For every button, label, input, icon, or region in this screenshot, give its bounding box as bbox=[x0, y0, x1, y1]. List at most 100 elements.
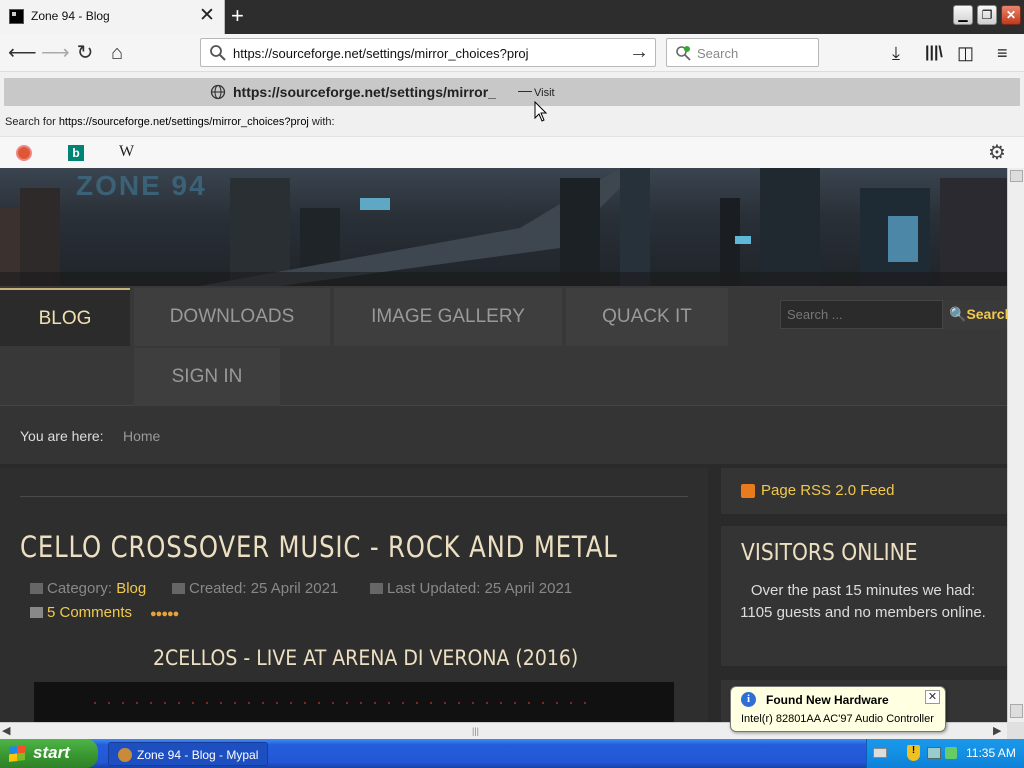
sidebar-icon[interactable]: ◫ bbox=[957, 42, 974, 64]
downloads-icon[interactable]: ⤓ bbox=[892, 42, 900, 64]
site-banner: ZONE 94 bbox=[0, 168, 1007, 286]
scroll-left-icon[interactable]: ◀ bbox=[2, 724, 10, 737]
calendar-icon bbox=[370, 583, 383, 594]
network-icon[interactable] bbox=[927, 747, 941, 759]
menu-item-blog[interactable]: BLOG bbox=[0, 288, 130, 346]
search-engine-icon bbox=[676, 46, 691, 61]
search-icon bbox=[210, 45, 226, 61]
taskbar: start Zone 94 - Blog - Mypal ! 11:35 AM bbox=[0, 739, 1024, 768]
divider bbox=[20, 496, 688, 497]
url-input[interactable]: https://sourceforge.net/settings/mirror_… bbox=[200, 38, 656, 67]
folder-icon bbox=[30, 583, 43, 594]
video-embed[interactable] bbox=[34, 682, 674, 722]
taskbar-task-browser[interactable]: Zone 94 - Blog - Mypal bbox=[108, 742, 268, 766]
search-for-label: Search for https://sourceforge.net/setti… bbox=[5, 116, 335, 128]
scroll-up-button[interactable] bbox=[1010, 170, 1023, 182]
visitors-online-box: VISITORS ONLINE Over the past 15 minutes… bbox=[721, 526, 1007, 666]
menu-item-sign-in[interactable]: SIGN IN bbox=[134, 348, 280, 406]
web-page: ZONE 94 BLOG DOWNLOADS IMAGE GALLERY QUA… bbox=[0, 168, 1007, 722]
menu-item-quack-it[interactable]: QUACK IT bbox=[566, 288, 728, 346]
hardware-icon[interactable] bbox=[945, 747, 957, 759]
rss-feed-box: Page RSS 2.0 Feed bbox=[721, 468, 1007, 514]
suggestion-action: Visit bbox=[534, 87, 555, 99]
browser-tab[interactable]: Zone 94 - Blog ✕ bbox=[0, 0, 225, 34]
site-search-button[interactable]: 🔍Search bbox=[943, 300, 1007, 329]
visitors-title: VISITORS ONLINE bbox=[741, 540, 918, 566]
suggestion-dash: — bbox=[518, 82, 532, 98]
forward-icon[interactable]: ⟶ bbox=[41, 42, 70, 64]
library-icon[interactable]: |||\ bbox=[925, 42, 943, 64]
balloon-close-icon[interactable]: ✕ bbox=[925, 690, 940, 704]
menu-icon[interactable]: ≡ bbox=[997, 42, 1008, 64]
maximize-button[interactable]: ❐ bbox=[977, 5, 997, 25]
window-close-button[interactable]: ✕ bbox=[1001, 5, 1021, 25]
minimize-button[interactable]: ▁ bbox=[953, 5, 973, 25]
rating-star[interactable]: ● bbox=[173, 608, 180, 620]
tab-title: Zone 94 - Blog bbox=[31, 9, 110, 23]
go-arrow-icon[interactable]: → bbox=[629, 41, 649, 64]
mouse-pointer-icon bbox=[534, 101, 548, 122]
comments-link[interactable]: 5 Comments bbox=[30, 604, 132, 621]
bing-engine-button[interactable]: b bbox=[60, 142, 104, 164]
site-main-menu: BLOG DOWNLOADS IMAGE GALLERY QUACK IT SI… bbox=[0, 286, 1007, 406]
info-icon: i bbox=[741, 692, 756, 707]
new-tab-icon[interactable]: + bbox=[231, 3, 244, 29]
duckduckgo-engine-button[interactable] bbox=[10, 142, 54, 164]
suggestion-url: https://sourceforge.net/settings/mirror_ bbox=[233, 84, 496, 100]
globe-icon bbox=[210, 84, 226, 100]
menu-item-downloads[interactable]: DOWNLOADS bbox=[134, 288, 330, 346]
category-link[interactable]: Blog bbox=[116, 580, 146, 597]
home-icon[interactable]: ⌂ bbox=[105, 42, 129, 64]
breadcrumb: You are here: Home bbox=[0, 406, 1007, 464]
wikipedia-engine-button[interactable]: W bbox=[112, 142, 156, 164]
url-text: https://sourceforge.net/settings/mirror_… bbox=[233, 46, 529, 61]
browser-search-input[interactable]: Search bbox=[666, 38, 819, 67]
scroll-thumb-grip[interactable]: ||| bbox=[472, 726, 479, 736]
breadcrumb-label: You are here: bbox=[20, 428, 104, 444]
url-suggestion-row[interactable]: https://sourceforge.net/settings/mirror_… bbox=[4, 78, 1020, 106]
scroll-right-icon[interactable]: ▶ bbox=[993, 724, 1001, 737]
scroll-down-button[interactable] bbox=[1010, 704, 1023, 718]
system-tray: ! 11:35 AM bbox=[866, 739, 1024, 768]
comment-icon bbox=[30, 607, 43, 618]
balloon-text: Intel(r) 82801AA AC'97 Audio Controller bbox=[741, 713, 934, 725]
url-suggestions-dropdown: https://sourceforge.net/settings/mirror_… bbox=[0, 72, 1024, 168]
windows-logo-icon bbox=[9, 745, 25, 762]
search-icon: 🔍 bbox=[949, 306, 967, 322]
browser-app-icon bbox=[118, 748, 132, 762]
article-updated: Last Updated: 25 April 2021 bbox=[370, 580, 572, 597]
article-category: Category: Blog bbox=[30, 580, 146, 597]
navigation-toolbar: ⟵ ⟶ ↻ ⌂ https://sourceforge.net/settings… bbox=[0, 34, 1024, 72]
found-new-hardware-balloon[interactable]: i Found New Hardware ✕ Intel(r) 82801AA … bbox=[730, 686, 946, 732]
reload-icon[interactable]: ↻ bbox=[73, 42, 97, 64]
menu-item-image-gallery[interactable]: IMAGE GALLERY bbox=[334, 288, 562, 346]
rss-icon bbox=[741, 484, 755, 498]
calendar-icon bbox=[172, 583, 185, 594]
site-favicon-icon bbox=[9, 9, 24, 24]
vertical-scrollbar[interactable] bbox=[1007, 168, 1024, 722]
article-created: Created: 25 April 2021 bbox=[172, 580, 338, 597]
clock: 11:35 AM bbox=[966, 746, 1016, 760]
bing-icon: b bbox=[68, 145, 84, 161]
article-subtitle: 2CELLOS - LIVE AT ARENA DI VERONA (2016) bbox=[153, 646, 579, 670]
keyboard-icon[interactable] bbox=[873, 748, 887, 758]
duckduckgo-icon bbox=[16, 145, 32, 161]
site-logo[interactable]: ZONE 94 bbox=[76, 170, 207, 202]
visitors-text: Over the past 15 minutes we had: 1105 gu… bbox=[740, 582, 986, 621]
article-title[interactable]: CELLO CROSSOVER MUSIC - ROCK AND METAL bbox=[20, 530, 618, 564]
security-shield-icon[interactable]: ! bbox=[907, 745, 920, 761]
article-area: CELLO CROSSOVER MUSIC - ROCK AND METAL C… bbox=[0, 468, 708, 722]
tab-strip: Zone 94 - Blog ✕ + ▁ ❐ ✕ bbox=[0, 0, 1024, 34]
breadcrumb-home-link[interactable]: Home bbox=[123, 428, 160, 444]
rss-link[interactable]: Page RSS 2.0 Feed bbox=[761, 482, 894, 499]
start-button[interactable]: start bbox=[0, 739, 98, 768]
back-icon[interactable]: ⟵ bbox=[8, 42, 37, 64]
search-placeholder: Search bbox=[697, 46, 739, 61]
wikipedia-icon: W bbox=[119, 143, 135, 160]
close-tab-icon[interactable]: ✕ bbox=[199, 5, 215, 27]
balloon-title: Found New Hardware bbox=[766, 693, 889, 707]
search-settings-gear-icon[interactable]: ⚙ bbox=[988, 140, 1006, 165]
rating-stars[interactable]: ●●●●● bbox=[150, 608, 180, 620]
search-engines-row: b W ⚙ bbox=[0, 136, 1024, 168]
site-search-input[interactable]: Search ... bbox=[780, 300, 943, 329]
